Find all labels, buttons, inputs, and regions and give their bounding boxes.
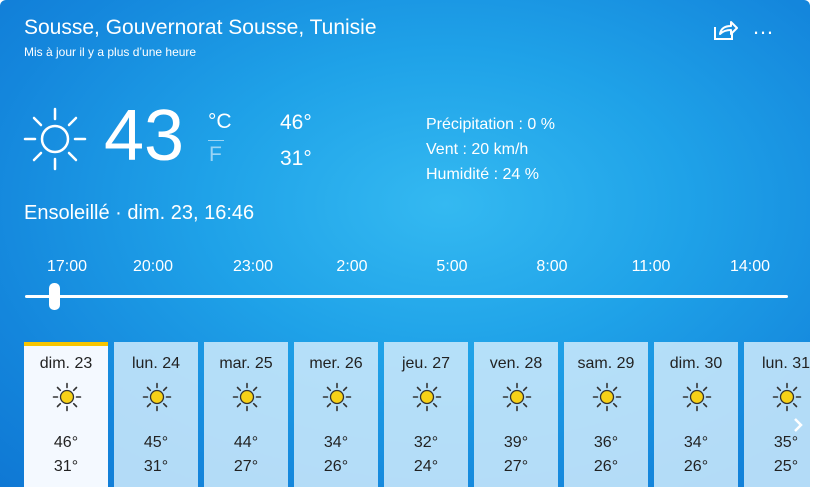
forecast-day-name: mer. 26 (309, 355, 363, 372)
unit-fahrenheit-toggle[interactable]: F (209, 143, 222, 167)
high-temperature: 46° (280, 111, 312, 134)
sun-icon (502, 382, 532, 412)
timeline-track[interactable] (25, 295, 788, 298)
sun-icon (232, 382, 262, 412)
forecast-high: 36° (593, 434, 619, 451)
sun-icon (412, 382, 442, 412)
timeline-labels: 17:00 20:00 23:00 2:00 5:00 8:00 11:00 1… (0, 258, 810, 280)
time-label: 2:00 (336, 258, 368, 275)
forecast-high: 44° (233, 434, 259, 451)
sun-icon (682, 382, 712, 412)
forecast-day-name: mar. 25 (219, 355, 273, 372)
weather-details: Précipitation : 0 % Vent : 20 km/h Humid… (426, 112, 555, 187)
forecast-day-card[interactable]: dim. 30 34° 26° (654, 342, 738, 487)
forecast-low: 25° (773, 458, 799, 475)
forecast-high: 39° (503, 434, 529, 451)
forecast-low: 26° (593, 458, 619, 475)
forecast-day-name: lun. 24 (131, 355, 181, 372)
forecast-day-card[interactable]: dim. 23 46° 31° (24, 342, 108, 487)
sun-icon (322, 382, 352, 412)
forecast-day-name: ven. 28 (489, 355, 543, 372)
condition-text: Ensoleillé · dim. 23, 16:46 (24, 202, 255, 224)
more-options-icon[interactable]: … (752, 16, 780, 42)
chevron-right-icon[interactable] (790, 412, 808, 438)
forecast-low: 24° (413, 458, 439, 475)
forecast-high: 46° (53, 434, 79, 451)
forecast-low: 27° (233, 458, 259, 475)
forecast-high: 45° (143, 434, 169, 451)
sun-icon (22, 106, 88, 172)
weather-card: Sousse, Gouvernorat Sousse, Tunisie Mis … (0, 0, 810, 487)
forecast-day-name: sam. 29 (577, 355, 635, 372)
forecast-high: 34° (683, 434, 709, 451)
time-label: 11:00 (631, 258, 671, 275)
forecast-day-name: jeu. 27 (401, 355, 451, 372)
time-label: 8:00 (536, 258, 568, 275)
forecast-day-card[interactable]: lun. 24 45° 31° (114, 342, 198, 487)
sun-icon (52, 382, 82, 412)
time-label: 20:00 (132, 258, 174, 275)
forecast-day-card[interactable]: jeu. 27 32° 24° (384, 342, 468, 487)
low-temperature: 31° (280, 147, 312, 170)
forecast-low: 26° (683, 458, 709, 475)
forecast-low: 26° (323, 458, 349, 475)
location-title: Sousse, Gouvernorat Sousse, Tunisie (24, 16, 377, 39)
sun-icon (592, 382, 622, 412)
update-status: Mis à jour il y a plus d’une heure (24, 45, 197, 59)
unit-celsius-toggle[interactable]: °C (208, 110, 232, 141)
time-label: 5:00 (436, 258, 468, 275)
forecast-day-name: lun. 31 (761, 355, 810, 372)
current-temperature: 43 (104, 96, 185, 176)
forecast-day-card[interactable]: mar. 25 44° 27° (204, 342, 288, 487)
forecast-day-name: dim. 23 (39, 355, 93, 372)
forecast-low: 31° (143, 458, 169, 475)
precipitation-text: Précipitation : 0 % (426, 116, 555, 133)
sun-icon (142, 382, 172, 412)
time-label: 14:00 (729, 258, 771, 275)
time-label: 23:00 (232, 258, 274, 275)
wind-text: Vent : 20 km/h (426, 141, 529, 158)
share-icon[interactable] (712, 18, 738, 42)
timeline-slider-handle[interactable] (49, 283, 60, 310)
time-label: 17:00 (46, 258, 88, 275)
forecast-day-card[interactable]: sam. 29 36° 26° (564, 342, 648, 487)
forecast-low: 31° (53, 458, 79, 475)
forecast-low: 27° (503, 458, 529, 475)
sun-icon (772, 382, 802, 412)
forecast-day-card[interactable]: mer. 26 34° 26° (294, 342, 378, 487)
daily-forecast: dim. 23 46° 31° lun. 24 45° 31° mar. 25 44° 27° m… (24, 342, 810, 487)
forecast-high: 34° (323, 434, 349, 451)
forecast-day-card[interactable]: ven. 28 39° 27° (474, 342, 558, 487)
forecast-day-name: dim. 30 (669, 355, 723, 372)
humidity-text: Humidité : 24 % (426, 166, 539, 183)
forecast-high: 32° (413, 434, 439, 451)
